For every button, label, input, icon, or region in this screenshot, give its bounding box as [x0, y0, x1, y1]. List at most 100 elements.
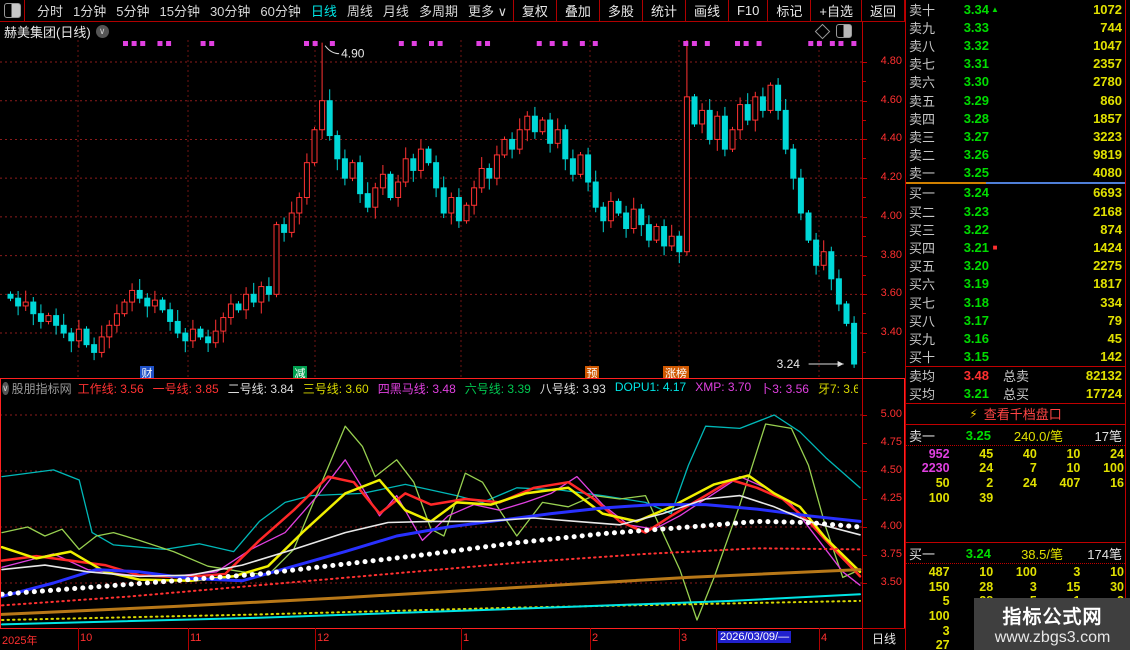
chevron-down-icon[interactable]: ∨ — [2, 382, 9, 395]
sell-price: 3.32 — [943, 38, 989, 53]
toolbar-button-复权[interactable]: 复权 — [513, 0, 556, 21]
price-tick — [863, 178, 867, 179]
toolbar-button-+自选[interactable]: +自选 — [810, 0, 861, 21]
toolbar-button-F10[interactable]: F10 — [728, 0, 767, 21]
sell-level-row[interactable]: 卖四3.281857 — [906, 109, 1125, 127]
queue-cell: 3 — [906, 624, 950, 639]
buy-volume: 1424 — [1001, 240, 1122, 255]
buy-level-row[interactable]: 买九3.1645 — [906, 329, 1125, 347]
queue-cell: 5 — [906, 594, 950, 609]
price-minor-tick — [863, 197, 866, 198]
queue-avg-per-order: 240.0/笔 — [991, 426, 1063, 445]
split-window-icon[interactable] — [836, 24, 852, 38]
buy-level-row[interactable]: 买七3.18334 — [906, 293, 1125, 311]
buy-level-row[interactable]: 买六3.191817 — [906, 275, 1125, 293]
menu-item-15分钟[interactable]: 15分钟 — [159, 1, 199, 20]
summary-row: 买均3.21总买17724 — [906, 385, 1125, 403]
buy-price: 3.16 — [943, 331, 989, 346]
queue-cell: 24 — [993, 476, 1037, 491]
price-minor-tick — [863, 158, 866, 159]
toolbar-button-返回[interactable]: 返回 — [861, 0, 905, 21]
queue-row: 223024710100 — [906, 461, 1125, 476]
sell-queue: 卖一3.25240.0/笔17笔952454010242230247101005… — [906, 427, 1125, 505]
chevron-down-icon[interactable]: ∨ — [96, 25, 109, 38]
svg-text:财: 财 — [142, 366, 153, 378]
queue-cell: 24 — [1080, 447, 1124, 462]
date-tick — [461, 628, 462, 650]
sell-level-row[interactable]: 卖十3.34▲1072 — [906, 0, 1125, 18]
sell-level-row[interactable]: 卖五3.29860 — [906, 91, 1125, 109]
buy-level-row[interactable]: 买八3.1779 — [906, 311, 1125, 329]
indicator-tick-label: 4.25 — [881, 492, 902, 504]
sell-level-row[interactable]: 卖八3.321047 — [906, 36, 1125, 54]
buy-volume: 874 — [1001, 222, 1122, 237]
sell-level-row[interactable]: 卖一3.254080 — [906, 164, 1125, 182]
sell-price: 3.28 — [943, 111, 989, 126]
buy-level-row[interactable]: 买五3.202275 — [906, 257, 1125, 275]
buy-level-row[interactable]: 买十3.15142 — [906, 348, 1125, 366]
menu-item-30分钟[interactable]: 30分钟 — [210, 1, 250, 20]
queue-level-label: 买一 — [909, 544, 951, 563]
view-full-depth-button[interactable]: ⚡查看千档盘口 — [906, 404, 1125, 425]
date-tick — [819, 628, 820, 650]
candlestick-chart[interactable]: 4.903.24财减预涨榜 — [0, 40, 862, 378]
price-tick-label: 4.80 — [881, 55, 902, 67]
menu-item-多周期[interactable]: 多周期 — [419, 1, 458, 20]
diamond-icon[interactable] — [815, 23, 831, 39]
sell-level-label: 卖九 — [909, 18, 943, 37]
indicator-value-label: 一号线: 3.85 — [153, 380, 219, 396]
buy-level-row[interactable]: 买一3.246693 — [906, 184, 1125, 202]
buy-level-row[interactable]: 买四3.21■1424 — [906, 238, 1125, 256]
period-label-cell: 日线 — [862, 628, 906, 650]
sell-price: 3.34 — [943, 2, 989, 17]
buy-price: 3.19 — [943, 276, 989, 291]
sell-level-label: 卖一 — [909, 163, 943, 182]
sell-volume: 9819 — [1001, 147, 1122, 162]
menu-item-1分钟[interactable]: 1分钟 — [73, 1, 106, 20]
toolbar-button-多股[interactable]: 多股 — [599, 0, 642, 21]
indicator-tick-label: 3.75 — [881, 548, 902, 560]
menu-item-周线[interactable]: 周线 — [347, 1, 373, 20]
indicator-tick-label: 4.75 — [881, 436, 902, 448]
price-tick — [863, 217, 867, 218]
indicator-value-label: 三号线: 3.60 — [303, 380, 369, 396]
menu-item-日线[interactable]: 日线 — [311, 1, 337, 20]
sell-level-row[interactable]: 卖六3.302780 — [906, 73, 1125, 91]
svg-text:减: 减 — [295, 367, 306, 378]
indicator-chart[interactable] — [0, 396, 862, 628]
menu-item-60分钟[interactable]: 60分钟 — [260, 1, 300, 20]
price-tick — [863, 256, 867, 257]
queue-cell — [1037, 491, 1081, 506]
buy-level-row[interactable]: 买三3.22874 — [906, 220, 1125, 238]
toolbar-button-标记[interactable]: 标记 — [767, 0, 810, 21]
queue-cell: 30 — [1080, 580, 1124, 595]
lightning-icon: ⚡ — [969, 407, 977, 421]
sell-level-row[interactable]: 卖二3.269819 — [906, 146, 1125, 164]
buy-level-row[interactable]: 买二3.232168 — [906, 202, 1125, 220]
toolbar-button-统计[interactable]: 统计 — [642, 0, 685, 21]
watermark-url: www.zbgs3.com — [995, 629, 1111, 647]
queue-level-label: 卖一 — [909, 426, 951, 445]
menu-item-分时[interactable]: 分时 — [37, 1, 63, 20]
buy-price: 3.24 — [943, 185, 989, 200]
high-price-annotation: 4.90 — [341, 47, 365, 61]
buy-price: 3.17 — [943, 313, 989, 328]
menu-item-更多 ∨[interactable]: 更多 ∨ — [468, 1, 507, 20]
window-layout-icon[interactable] — [4, 3, 21, 18]
sell-level-row[interactable]: 卖三3.273223 — [906, 127, 1125, 145]
price-tick-label: 4.00 — [881, 210, 902, 222]
sell-level-row[interactable]: 卖九3.33744 — [906, 18, 1125, 36]
buy-level-label: 买三 — [909, 220, 943, 239]
sell-level-label: 卖三 — [909, 127, 943, 146]
toolbar-button-画线[interactable]: 画线 — [685, 0, 728, 21]
date-label: 12 — [317, 632, 329, 644]
queue-cell: 27 — [906, 638, 950, 650]
menu-item-5分钟[interactable]: 5分钟 — [116, 1, 149, 20]
queue-cell: 150 — [906, 580, 950, 595]
sell-level-row[interactable]: 卖七3.312357 — [906, 55, 1125, 73]
toolbar-button-叠加[interactable]: 叠加 — [556, 0, 599, 21]
menu-item-月线[interactable]: 月线 — [383, 1, 409, 20]
indicator-value-label: 工作线: 3.56 — [78, 380, 144, 396]
date-label: 2 — [592, 632, 598, 644]
buy-level-label: 买八 — [909, 311, 943, 330]
